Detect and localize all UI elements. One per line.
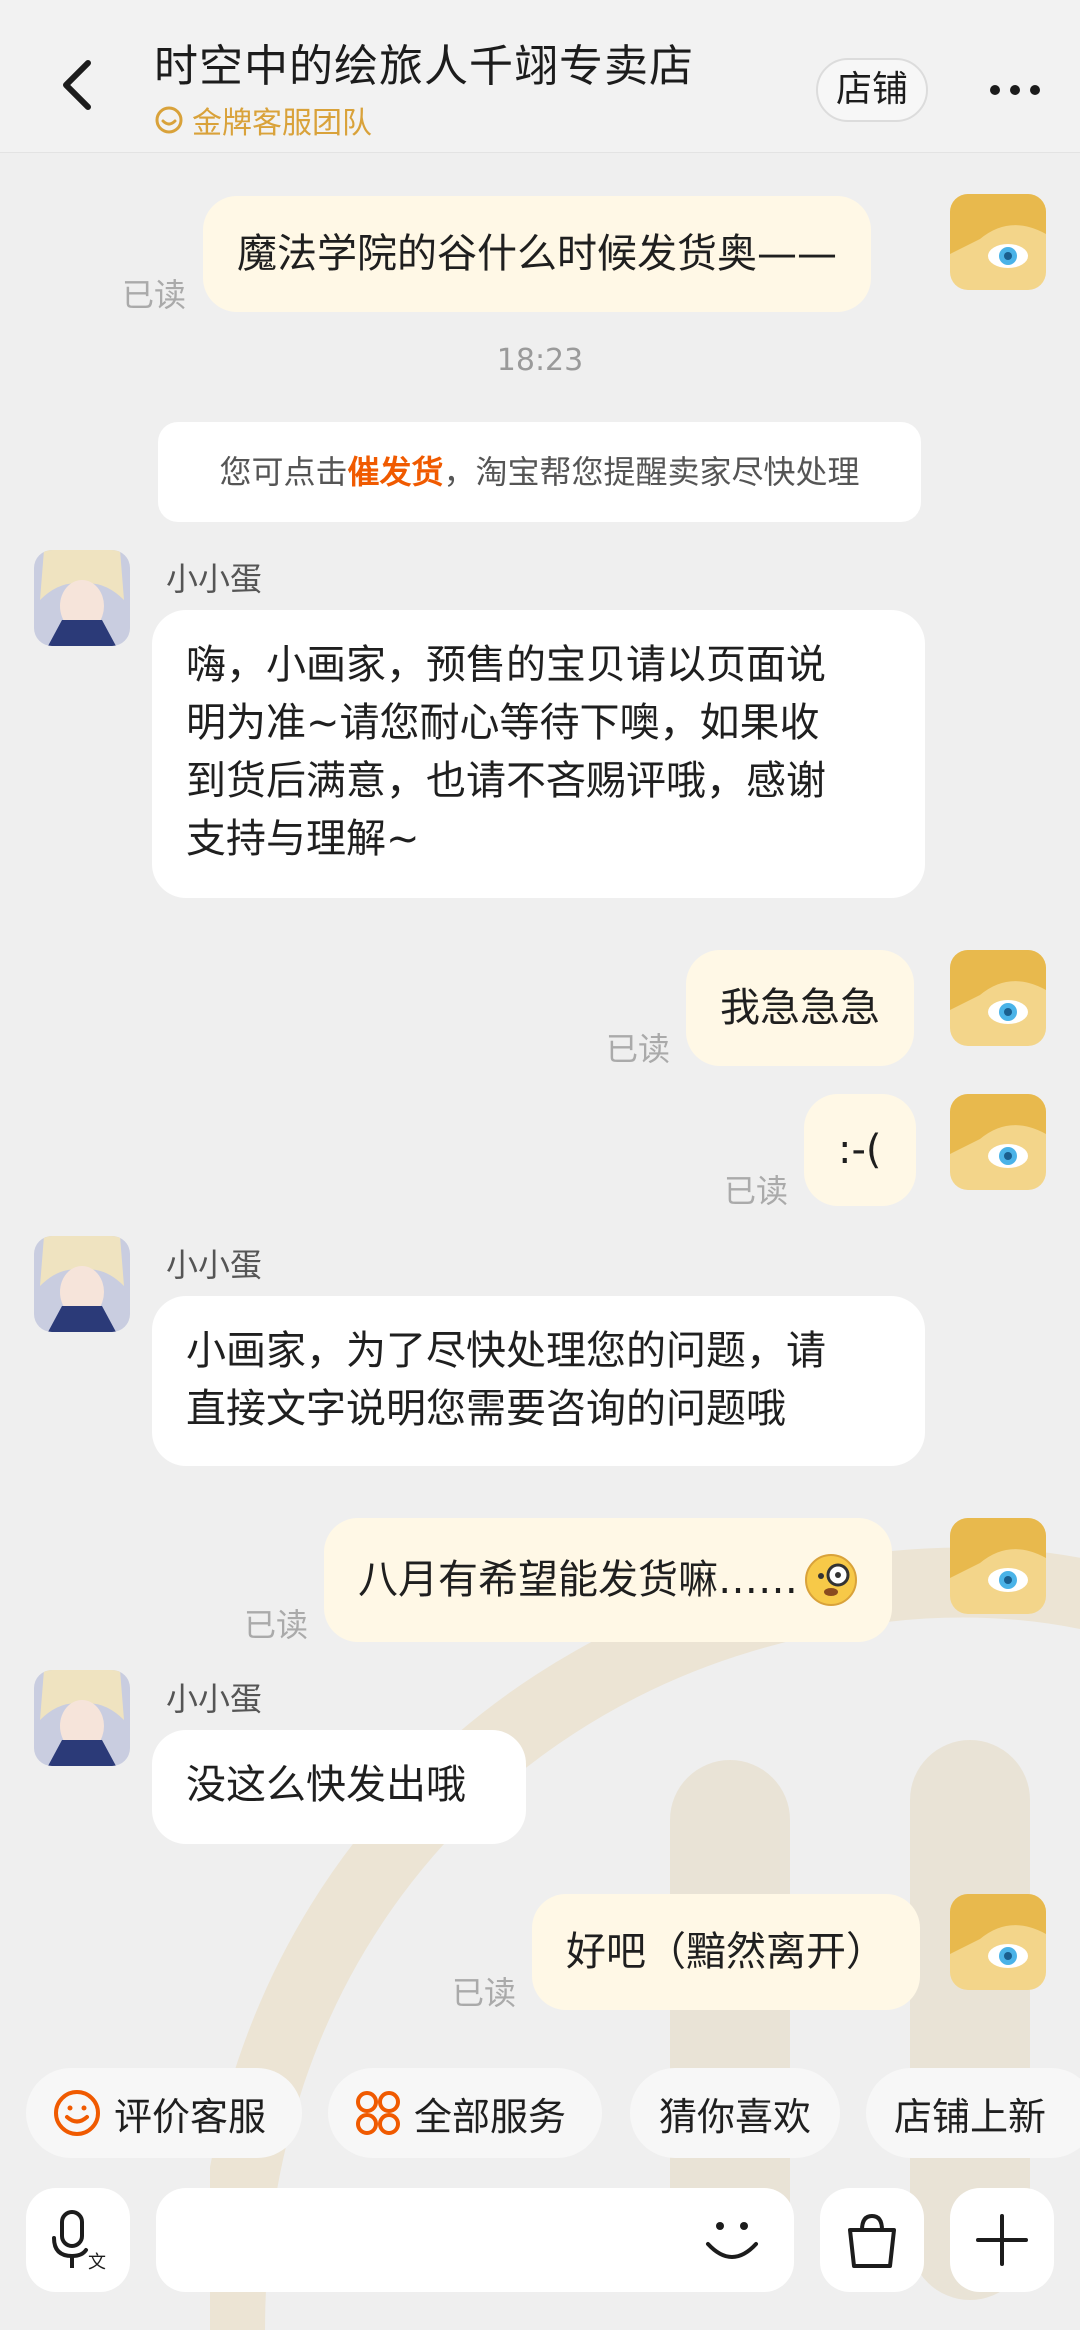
my-message-bubble[interactable]: 魔法学院的谷什么时候发货奥—— xyxy=(203,196,871,312)
urge-shipping-notice: 您可点击催发货，淘宝帮您提醒卖家尽快处理 xyxy=(158,422,921,522)
my-message-bubble[interactable]: 好吧（黯然离开） xyxy=(532,1894,920,2010)
rate-service-button[interactable]: 评价客服 xyxy=(26,2068,302,2158)
urge-shipping-link[interactable]: 催发货 xyxy=(347,453,443,491)
notice-suffix: ，淘宝帮您提醒卖家尽快处理 xyxy=(443,453,860,491)
my-avatar[interactable] xyxy=(950,1894,1046,1990)
seller-avatar[interactable] xyxy=(34,1670,130,1766)
read-status: 已读 xyxy=(724,1172,789,1210)
chat-header: 时空中的绘旅人千翊专卖店 金牌客服团队 店铺 xyxy=(0,0,1080,153)
monocle-face-emoji-icon xyxy=(805,1554,857,1606)
read-status: 已读 xyxy=(452,1974,517,2012)
message-line: 嗨，小画家，预售的宝贝请以页面说 xyxy=(186,642,826,688)
timestamp: 18:23 xyxy=(496,343,584,378)
message-line: 到货后满意，也请不吝赐评哦，感谢 xyxy=(186,758,826,804)
shop-new-arrivals-label: 店铺上新 xyxy=(894,2094,1047,2139)
rate-service-label: 评价客服 xyxy=(114,2094,267,2139)
seller-name: 小小蛋 xyxy=(166,1246,263,1284)
my-avatar[interactable] xyxy=(950,950,1046,1046)
services-grid-icon xyxy=(356,2091,400,2135)
guess-you-like-label: 猜你喜欢 xyxy=(658,2094,811,2139)
all-services-button[interactable]: 全部服务 xyxy=(328,2068,602,2158)
message-text: :-( xyxy=(838,1127,882,1173)
my-avatar[interactable] xyxy=(950,194,1046,290)
more-functions-button[interactable] xyxy=(950,2188,1054,2292)
message-text: 好吧（黯然离开） xyxy=(566,1929,886,1975)
read-status: 已读 xyxy=(122,276,187,314)
guess-you-like-button[interactable]: 猜你喜欢 xyxy=(630,2068,840,2158)
notice-prefix: 您可点击 xyxy=(219,453,348,491)
shop-title: 时空中的绘旅人千翊专卖店 xyxy=(154,41,694,92)
read-status: 已读 xyxy=(244,1606,309,1644)
message-line: 小画家，为了尽快处理您的问题，请 xyxy=(186,1328,826,1374)
product-button[interactable] xyxy=(820,2188,924,2292)
message-line: 直接文字说明您需要咨询的问题哦 xyxy=(186,1386,786,1432)
emoji-icon[interactable] xyxy=(696,2200,768,2280)
voice-input-button[interactable]: 文 xyxy=(26,2188,130,2292)
service-smile-icon xyxy=(155,106,183,134)
seller-avatar[interactable] xyxy=(34,550,130,646)
message-line: 没这么快发出哦 xyxy=(186,1762,466,1808)
shop-button[interactable]: 店铺 xyxy=(816,58,928,122)
my-avatar[interactable] xyxy=(950,1518,1046,1614)
seller-name: 小小蛋 xyxy=(166,1680,263,1718)
seller-message-bubble[interactable]: 没这么快发出哦 xyxy=(152,1730,526,1844)
shopping-bag-icon xyxy=(848,2213,896,2268)
back-arrow-icon[interactable] xyxy=(50,55,110,115)
seller-name: 小小蛋 xyxy=(166,560,263,598)
all-services-label: 全部服务 xyxy=(414,2094,567,2139)
message-line: 支持与理解~ xyxy=(186,816,420,862)
my-message-bubble[interactable]: 我急急急 xyxy=(686,950,914,1066)
read-status: 已读 xyxy=(606,1030,671,1068)
my-message-bubble[interactable]: :-( xyxy=(804,1094,916,1206)
svg-text:文: 文 xyxy=(88,2252,106,2272)
message-text: 我急急急 xyxy=(720,985,880,1031)
subtitle-text: 金牌客服团队 xyxy=(192,106,372,141)
smile-icon xyxy=(54,2090,100,2136)
message-text: 魔法学院的谷什么时候发货奥—— xyxy=(237,231,837,277)
my-avatar[interactable] xyxy=(950,1094,1046,1190)
more-options-icon[interactable] xyxy=(985,75,1045,105)
seller-avatar[interactable] xyxy=(34,1236,130,1332)
seller-message-bubble[interactable]: 嗨，小画家，预售的宝贝请以页面说 明为准~请您耐心等待下噢，如果收 到货后满意，… xyxy=(152,610,925,898)
message-line: 明为准~请您耐心等待下噢，如果收 xyxy=(186,700,820,746)
shop-new-arrivals-button[interactable]: 店铺上新 xyxy=(866,2068,1080,2158)
microphone-icon: 文 xyxy=(52,2210,106,2272)
plus-icon xyxy=(976,2214,1028,2266)
message-text: 八月有希望能发货嘛…… xyxy=(358,1557,798,1603)
service-team-label: 金牌客服团队 xyxy=(154,98,372,142)
seller-message-bubble[interactable]: 小画家，为了尽快处理您的问题，请 直接文字说明您需要咨询的问题哦 xyxy=(152,1296,925,1466)
my-message-bubble[interactable]: 八月有希望能发货嘛…… xyxy=(324,1518,892,1642)
